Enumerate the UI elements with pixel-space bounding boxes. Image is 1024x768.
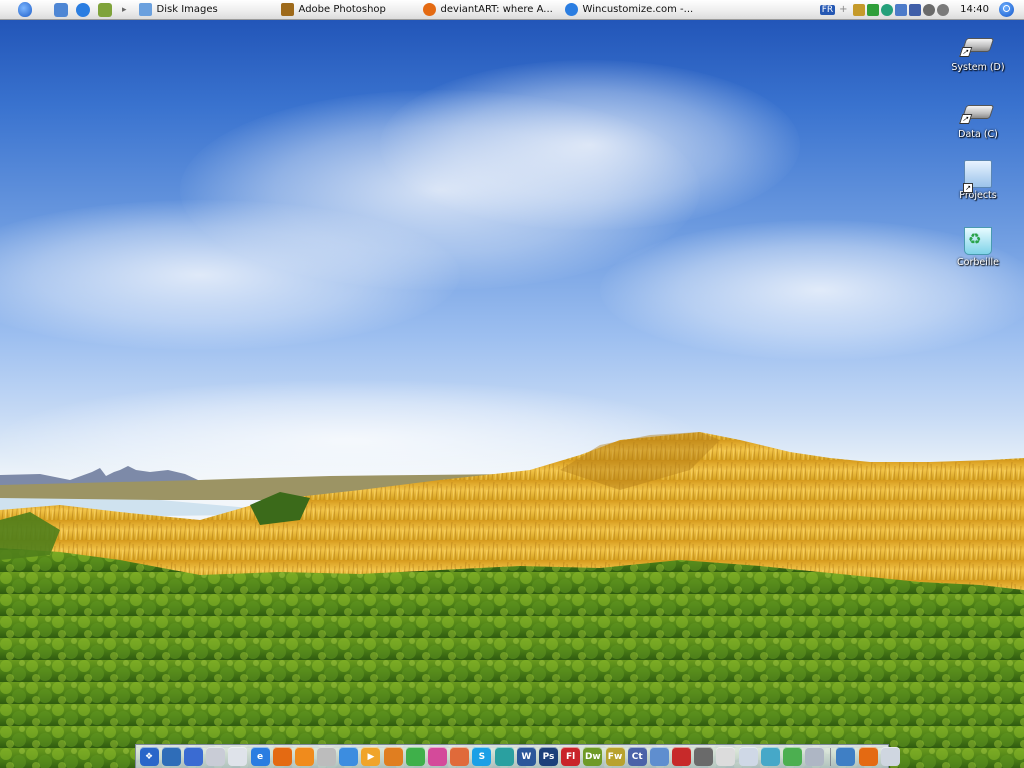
volume-icon[interactable] xyxy=(937,3,950,16)
taskbar-button-photoshop[interactable]: Adobe Photoshop xyxy=(277,0,419,20)
internet-explorer-icon xyxy=(564,3,578,16)
messenger-icon[interactable] xyxy=(881,3,894,16)
taskbar-button-label: Adobe Photoshop xyxy=(298,4,386,15)
control-panel-icon[interactable] xyxy=(836,747,856,766)
calendar-icon[interactable] xyxy=(738,747,758,766)
media-player-icon[interactable]: ▶ xyxy=(361,747,381,766)
users-icon[interactable] xyxy=(783,747,803,766)
taskbar-button-label: Wincustomize.com -... xyxy=(582,4,694,15)
acrobat-icon[interactable] xyxy=(672,747,692,766)
photoshop-icon[interactable]: Ps xyxy=(538,747,558,766)
desktop-icon-label: System (D) xyxy=(951,62,1005,73)
taskbar-button-label: Disk Images xyxy=(156,4,218,15)
recycle-icon[interactable] xyxy=(450,747,470,766)
network-icon[interactable] xyxy=(895,3,908,16)
hard-drive-icon: ↗ xyxy=(959,38,995,57)
clock[interactable]: 14:40 xyxy=(960,4,989,15)
dreamweaver-icon[interactable]: Dw xyxy=(583,747,603,766)
desktop-icon-projects[interactable]: ↗ Projects xyxy=(943,160,1013,201)
desktop-icon-data-drive[interactable]: ↗ Data (C) xyxy=(943,97,1013,140)
monitor-icon[interactable] xyxy=(805,747,825,766)
tools-icon[interactable] xyxy=(383,747,403,766)
hard-drive-icon: ↗ xyxy=(959,105,995,124)
globe-icon[interactable] xyxy=(649,747,669,766)
taskbar-button-label: deviantART: where A... xyxy=(440,4,553,15)
search-icon[interactable] xyxy=(999,2,1014,17)
desktop-icon-label: Projects xyxy=(959,190,997,201)
audio-icon[interactable] xyxy=(694,747,714,766)
dock: ❖ e ▶ S W Ps Fl Dw Fw Ct xyxy=(135,744,900,768)
bluetooth-icon[interactable] xyxy=(923,3,936,16)
skype-icon[interactable]: S xyxy=(472,747,492,766)
desktop-icon-recycle-bin[interactable]: Corbeille xyxy=(943,227,1013,268)
language-indicator[interactable]: FR xyxy=(819,4,836,15)
pencil-icon[interactable] xyxy=(98,2,112,17)
plus-icon[interactable]: + xyxy=(839,4,851,16)
mail-icon[interactable] xyxy=(317,747,337,766)
internet-explorer-icon[interactable] xyxy=(76,2,90,17)
flash-icon[interactable]: Fl xyxy=(561,747,581,766)
recycle-bin-icon[interactable] xyxy=(760,747,780,766)
desktop-icon-label: Corbeille xyxy=(957,257,999,268)
taskbar-button-disk-images[interactable]: Disk Images xyxy=(135,0,277,20)
chevron-right-icon[interactable]: ▸ xyxy=(122,5,127,15)
contribute-icon[interactable]: Ct xyxy=(627,747,647,766)
ie-app-icon[interactable] xyxy=(54,2,68,17)
disk-images-icon xyxy=(138,3,152,16)
internet-explorer-icon[interactable]: e xyxy=(250,747,270,766)
display-icon[interactable] xyxy=(909,3,922,16)
file-icon[interactable] xyxy=(228,747,248,766)
recycle-bin-icon xyxy=(964,227,992,255)
firefox-icon[interactable] xyxy=(272,747,292,766)
battery-icon[interactable] xyxy=(867,3,880,16)
winamp-icon[interactable] xyxy=(294,747,314,766)
tools-icon[interactable] xyxy=(853,3,866,16)
apple-icon[interactable] xyxy=(18,2,32,17)
cap-icon[interactable] xyxy=(494,747,514,766)
photoshop-icon xyxy=(280,3,294,16)
firefox-dock-icon[interactable] xyxy=(858,747,878,766)
window-manager-icon[interactable] xyxy=(183,747,203,766)
desktop-icon-system-drive[interactable]: ↗ System (D) xyxy=(943,30,1013,73)
taskbar-button-wincustomize[interactable]: Wincustomize.com -... xyxy=(561,0,719,20)
document-icon[interactable] xyxy=(206,747,226,766)
menubar: ▸ Disk Images Adobe Photoshop deviantART… xyxy=(0,0,1024,20)
search-icon[interactable] xyxy=(339,747,359,766)
word-icon[interactable]: W xyxy=(516,747,536,766)
fireworks-icon[interactable]: Fw xyxy=(605,747,625,766)
windows-start-icon[interactable]: ❖ xyxy=(139,747,159,766)
messenger-buddies-icon[interactable] xyxy=(405,747,425,766)
desktop-icon-label: Data (C) xyxy=(958,129,998,140)
desktop: ↗ System (D) ↗ Data (C) ↗ Projects Corbe… xyxy=(0,0,1024,768)
dock-separator xyxy=(829,747,831,766)
clock-icon[interactable] xyxy=(716,747,736,766)
folder-icon: ↗ xyxy=(963,160,992,193)
messenger-icon[interactable] xyxy=(161,747,181,766)
desktop-icon[interactable] xyxy=(880,747,900,766)
taskbar-button-deviantart[interactable]: deviantART: where A... xyxy=(419,0,561,20)
firefox-icon xyxy=(422,3,436,16)
wallpaper-landscape xyxy=(0,432,1024,768)
chat-icon[interactable] xyxy=(428,747,448,766)
